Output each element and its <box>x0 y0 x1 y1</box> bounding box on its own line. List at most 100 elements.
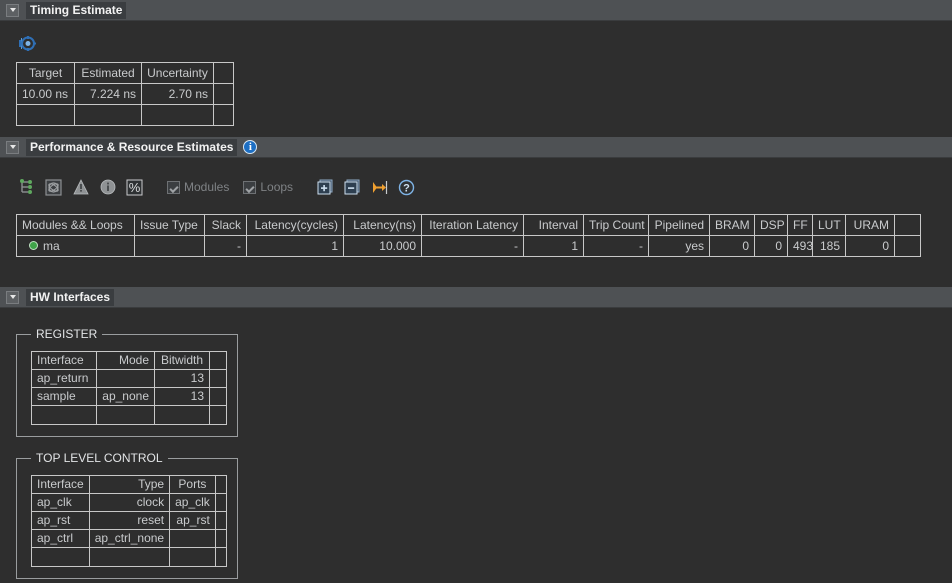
cell-bram: 0 <box>709 235 755 257</box>
cell-blank <box>894 235 921 257</box>
cell-blank <box>209 369 227 388</box>
cell-interval: 1 <box>523 235 584 257</box>
table-row[interactable]: ap_ctrl ap_ctrl_none <box>31 529 228 548</box>
collapse-all-icon[interactable] <box>342 177 363 198</box>
cell-empty-3 <box>154 405 210 425</box>
col-latency-ns[interactable]: Latency(ns) <box>343 214 422 236</box>
cell-interface: sample <box>31 387 97 406</box>
percent-icon[interactable]: % <box>124 177 145 198</box>
cell-pipelined: yes <box>648 235 710 257</box>
info-icon[interactable]: i <box>243 140 258 154</box>
top-level-control-group: TOP LEVEL CONTROL Interface Type Ports a… <box>16 451 238 579</box>
timing-estimate-title: Timing Estimate <box>26 1 127 19</box>
cell-empty-4 <box>214 547 228 567</box>
col-type[interactable]: Type <box>88 475 171 494</box>
table-row[interactable]: 10.00 ns 7.224 ns 2.70 ns <box>16 83 234 105</box>
checkbox-check-icon[interactable] <box>167 180 180 194</box>
col-blank <box>214 475 228 494</box>
collapse-graph-icon[interactable] <box>43 177 64 198</box>
cell-blank <box>213 83 234 105</box>
cell-blank <box>214 511 228 530</box>
performance-resource-estimates-header[interactable]: Performance & Resource Estimates i <box>0 137 952 158</box>
cell-issue-type <box>134 235 205 257</box>
cell-latency-cycles: 1 <box>246 235 344 257</box>
table-row[interactable]: sample ap_none 13 <box>31 387 227 406</box>
table-row[interactable]: ma - 1 10.000 - 1 - yes 0 0 493 185 0 <box>16 235 921 257</box>
col-ports[interactable]: Ports <box>169 475 216 494</box>
col-latency-cycles[interactable]: Latency(cycles) <box>246 214 344 236</box>
help-icon[interactable]: ? <box>396 177 417 198</box>
col-blank <box>213 62 234 84</box>
checkbox-check-icon[interactable] <box>243 180 257 194</box>
col-interface[interactable]: Interface <box>31 351 97 370</box>
col-bitwidth[interactable]: Bitwidth <box>154 351 210 370</box>
table-row[interactable]: ap_rst reset ap_rst <box>31 511 228 530</box>
col-uncertainty: Uncertainty <box>141 62 214 84</box>
timing-estimate-table: Target Estimated Uncertainty 10.00 ns 7.… <box>16 62 234 126</box>
warning-icon[interactable] <box>70 177 91 198</box>
col-modules-loops[interactable]: Modules && Loops <box>16 214 135 236</box>
module-name-label: ma <box>43 238 60 253</box>
cell-blank <box>214 493 228 512</box>
modules-checkbox[interactable]: Modules <box>167 180 229 194</box>
chevron-down-icon[interactable] <box>6 3 19 17</box>
col-issue-type[interactable]: Issue Type <box>134 214 205 236</box>
table-header-row: Target Estimated Uncertainty <box>16 62 234 84</box>
top-level-control-table: Interface Type Ports ap_clk clock ap_clk… <box>31 475 228 567</box>
col-pipelined[interactable]: Pipelined <box>648 214 710 236</box>
col-ff[interactable]: FF <box>787 214 813 236</box>
cell-trip-count: - <box>583 235 649 257</box>
cell-uram: 0 <box>845 235 895 257</box>
expand-tree-icon[interactable] <box>16 177 37 198</box>
cell-module-name[interactable]: ma <box>16 235 135 257</box>
cell-uncertainty-value: 2.70 ns <box>141 83 214 105</box>
col-iteration-latency[interactable]: Iteration Latency <box>421 214 524 236</box>
green-status-dot <box>29 241 38 250</box>
table-header-row: Interface Type Ports <box>31 475 228 494</box>
cell-ff: 493 <box>787 235 813 257</box>
cell-empty-4 <box>209 405 227 425</box>
col-lut[interactable]: LUT <box>812 214 846 236</box>
col-interval[interactable]: Interval <box>523 214 584 236</box>
cell-slack: - <box>204 235 247 257</box>
cell-type: clock <box>88 493 171 512</box>
info-circle-icon[interactable] <box>97 177 118 198</box>
chevron-down-icon[interactable] <box>6 140 19 154</box>
timing-estimate-header[interactable]: Timing Estimate <box>0 0 952 21</box>
table-row[interactable]: ap_return 13 <box>31 369 227 388</box>
cell-iteration-latency: - <box>421 235 524 257</box>
cell-empty-2 <box>96 405 155 425</box>
col-bram[interactable]: BRAM <box>709 214 755 236</box>
table-header-row: Modules && Loops Issue Type Slack Latenc… <box>16 214 921 236</box>
col-mode[interactable]: Mode <box>96 351 155 370</box>
gear-icon[interactable] <box>18 36 37 53</box>
col-slack[interactable]: Slack <box>204 214 247 236</box>
register-group-legend: REGISTER <box>36 327 98 341</box>
loops-checkbox[interactable]: Loops <box>243 180 293 194</box>
col-uram[interactable]: URAM <box>845 214 895 236</box>
goto-icon[interactable] <box>369 177 390 198</box>
table-row[interactable]: ap_clk clock ap_clk <box>31 493 228 512</box>
hw-interfaces-header[interactable]: HW Interfaces <box>0 287 952 308</box>
cell-ports: ap_clk <box>169 493 216 512</box>
svg-text:%: % <box>129 180 141 195</box>
cell-empty-2 <box>88 547 171 567</box>
col-trip-count[interactable]: Trip Count <box>583 214 649 236</box>
col-dsp[interactable]: DSP <box>754 214 788 236</box>
cell-interface: ap_clk <box>31 493 90 512</box>
col-interface[interactable]: Interface <box>31 475 90 494</box>
col-blank <box>894 214 921 236</box>
performance-resource-estimates-title: Performance & Resource Estimates <box>26 138 238 156</box>
cell-type: ap_ctrl_none <box>88 529 171 548</box>
cell-interface: ap_ctrl <box>31 529 90 548</box>
col-blank <box>209 351 227 370</box>
table-header-row: Interface Mode Bitwidth <box>31 351 227 370</box>
cell-empty-1 <box>31 405 97 425</box>
chevron-down-icon[interactable] <box>6 290 19 304</box>
cell-dsp: 0 <box>754 235 788 257</box>
expand-all-icon[interactable] <box>315 177 336 198</box>
hw-interfaces-title: HW Interfaces <box>26 288 115 306</box>
top-level-control-legend: TOP LEVEL CONTROL <box>36 451 163 465</box>
performance-toolbar: % Modules Loops ? <box>16 175 417 199</box>
svg-text:?: ? <box>403 182 410 194</box>
